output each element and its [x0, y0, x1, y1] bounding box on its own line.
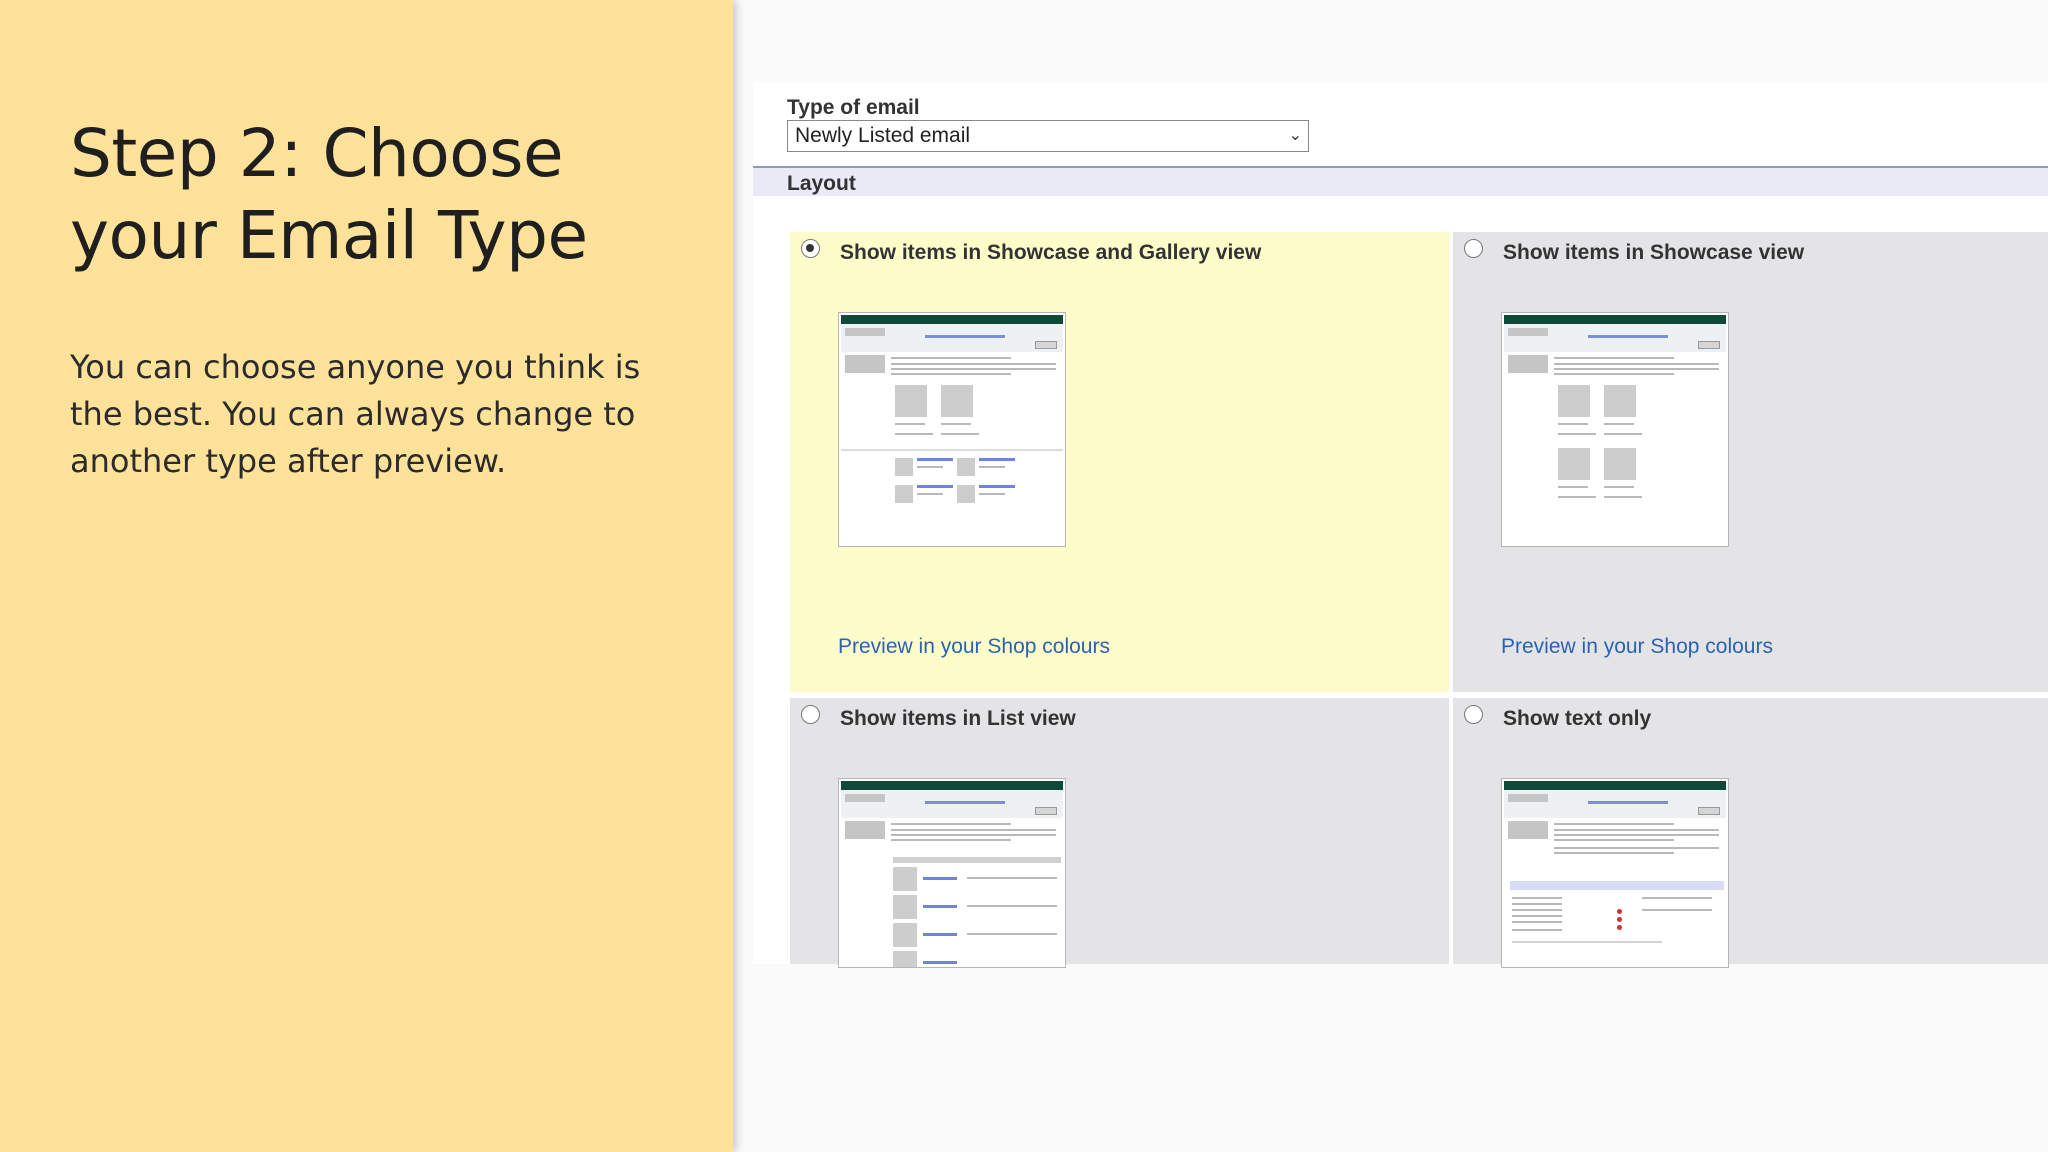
screenshot-panel: Type of email Newly Listed email ⌄ Layou…: [733, 0, 2048, 1152]
slide-panel: Step 2: Choose your Email Type You can c…: [0, 0, 733, 1152]
email-type-select[interactable]: Newly Listed email ⌄: [787, 120, 1309, 152]
preview-shop-colours-link[interactable]: Preview in your Shop colours: [838, 635, 1110, 659]
radio-showcase[interactable]: [1464, 239, 1483, 258]
layout-section-header: Layout: [753, 166, 2048, 196]
layout-thumbnail-text-only: [1501, 778, 1729, 968]
preview-shop-colours-link[interactable]: Preview in your Shop colours: [1501, 635, 1773, 659]
option-label[interactable]: Show items in Showcase and Gallery view: [840, 241, 1261, 265]
email-type-selected-value: Newly Listed email: [795, 124, 971, 147]
radio-showcase-gallery[interactable]: [801, 239, 820, 258]
layout-thumbnail-showcase: [1501, 312, 1729, 547]
radio-text-only[interactable]: [1464, 705, 1483, 724]
option-label[interactable]: Show items in List view: [840, 707, 1076, 731]
slide-title: Step 2: Choose your Email Type: [70, 115, 588, 274]
slide-body-text: You can choose anyone you think is the b…: [70, 348, 641, 480]
layout-option-showcase[interactable]: Show items in Showcase view Preview in y…: [1453, 232, 2048, 692]
layout-thumbnail-showcase-gallery: [838, 312, 1066, 547]
email-settings-form: Type of email Newly Listed email ⌄ Layou…: [753, 82, 2048, 968]
layout-option-showcase-gallery[interactable]: Show items in Showcase and Gallery view: [790, 232, 1449, 692]
layout-thumbnail-list: [838, 778, 1066, 968]
radio-list[interactable]: [801, 705, 820, 724]
type-of-email-label: Type of email: [787, 96, 920, 119]
option-label[interactable]: Show text only: [1503, 707, 1651, 731]
layout-option-list[interactable]: Show items in List view: [790, 698, 1449, 968]
layout-label: Layout: [787, 172, 856, 195]
layout-option-text-only[interactable]: Show text only: [1453, 698, 2048, 968]
option-label[interactable]: Show items in Showcase view: [1503, 241, 1804, 265]
chevron-down-icon[interactable]: ⌄: [1289, 121, 1302, 151]
